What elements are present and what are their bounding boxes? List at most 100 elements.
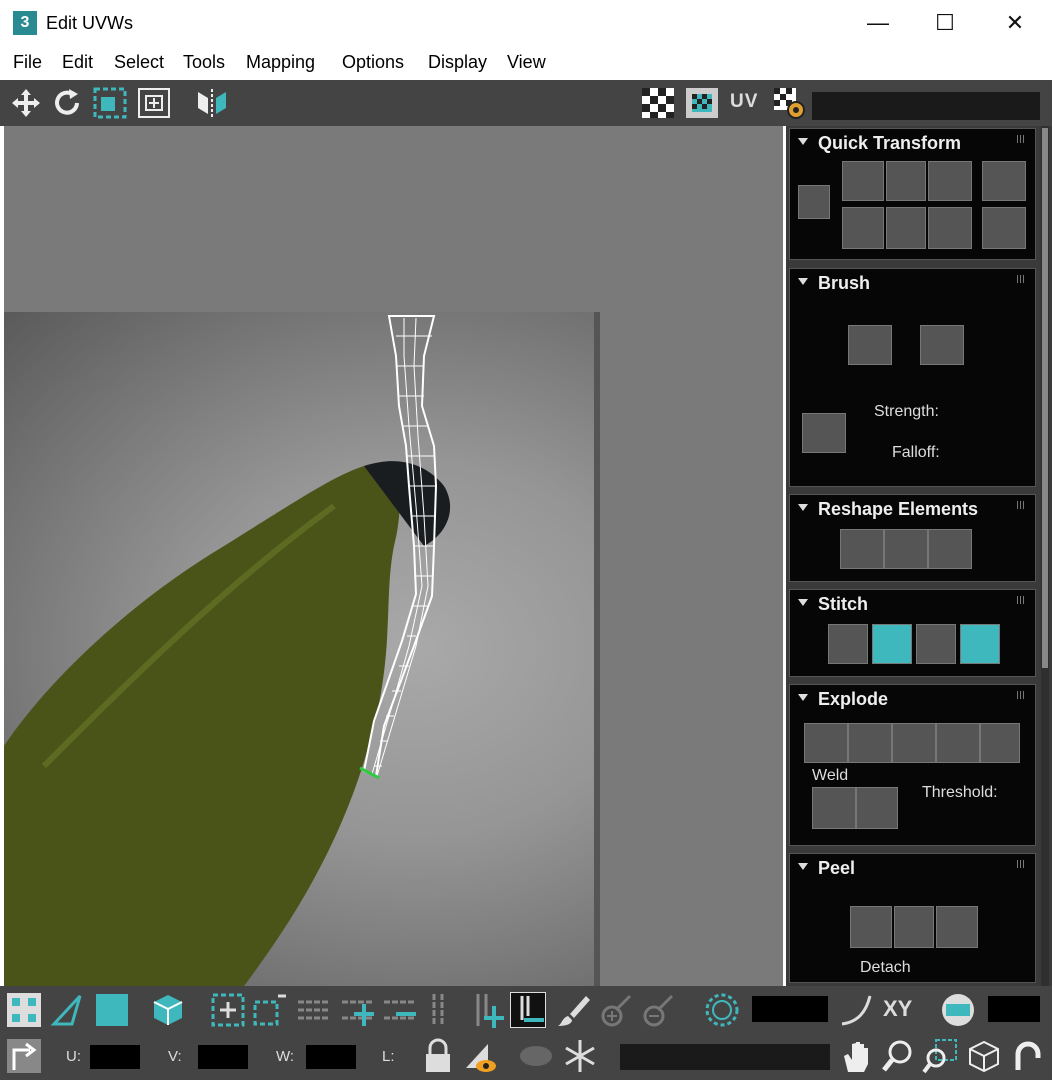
flatten-icon[interactable] (928, 529, 972, 569)
freeze-icon[interactable] (562, 1038, 598, 1074)
panel-scroll-thumb[interactable] (1042, 128, 1048, 668)
v-field[interactable] (198, 1045, 248, 1069)
minimize-button[interactable]: — (843, 0, 913, 46)
peel-mode-icon[interactable] (894, 906, 934, 948)
select-face-icon[interactable] (94, 992, 130, 1028)
rotate-icon[interactable] (50, 86, 86, 120)
xy-toggle[interactable]: XY (883, 996, 912, 1022)
rollout-title[interactable]: Explode (818, 689, 888, 710)
menu-display[interactable]: Display (428, 52, 487, 73)
scale-icon[interactable] (92, 86, 128, 120)
menu-file[interactable]: File (13, 52, 42, 73)
menu-view[interactable]: View (507, 52, 546, 73)
freeform-icon[interactable] (136, 86, 172, 120)
loop-shrink-icon[interactable] (382, 992, 418, 1028)
stitch-to-source-icon[interactable] (960, 624, 1000, 664)
hide-icon[interactable] (462, 1038, 498, 1074)
mirror-icon[interactable] (194, 86, 230, 120)
rollout-title[interactable]: Brush (818, 273, 870, 294)
ring-shrink-icon[interactable] (510, 992, 546, 1028)
relax-brush-icon[interactable] (920, 325, 964, 365)
paint-shrink-icon[interactable] (640, 992, 676, 1028)
collapse-arrow-icon[interactable] (798, 504, 808, 511)
quick-peel-icon[interactable] (850, 906, 892, 948)
w-field[interactable] (306, 1045, 356, 1069)
rollout-title[interactable]: Stitch (818, 594, 868, 615)
grip-icon[interactable] (1017, 135, 1025, 143)
rollout-title[interactable]: Peel (818, 858, 855, 879)
break-icon[interactable] (804, 723, 848, 763)
pivot-icon[interactable] (798, 185, 830, 219)
absolute-offset-icon[interactable] (6, 1038, 42, 1074)
stitch-to-target-icon[interactable] (872, 624, 912, 664)
close-button[interactable]: ✕ (980, 0, 1050, 46)
grip-icon[interactable] (1017, 860, 1025, 868)
grip-icon[interactable] (1017, 275, 1025, 283)
menu-edit[interactable]: Edit (62, 52, 93, 73)
paint-select-icon[interactable] (556, 992, 592, 1028)
shrink-selection-icon[interactable] (252, 992, 288, 1028)
uv-options-icon[interactable] (772, 86, 808, 120)
soft-select-icon[interactable] (704, 992, 740, 1028)
ring-select-icon[interactable] (424, 992, 460, 1028)
show-icon[interactable] (518, 1038, 554, 1074)
zoom-icon[interactable] (880, 1038, 916, 1074)
select-edge-icon[interactable] (50, 992, 86, 1028)
u-field[interactable] (90, 1045, 140, 1069)
uv-viewport[interactable] (4, 126, 783, 986)
element-value-field[interactable] (988, 996, 1040, 1022)
collapse-arrow-icon[interactable] (798, 694, 808, 701)
weld-selected-icon[interactable] (812, 787, 856, 829)
rotate-ccw-icon[interactable] (928, 161, 972, 201)
paint-grow-icon[interactable] (598, 992, 634, 1028)
grow-selection-icon[interactable] (210, 992, 246, 1028)
brush-curve-icon[interactable] (802, 413, 846, 453)
maximize-button[interactable]: ☐ (910, 0, 980, 46)
collapse-arrow-icon[interactable] (798, 138, 808, 145)
uv-label[interactable]: UV (730, 91, 758, 113)
explode-to-grid-icon[interactable] (892, 723, 936, 763)
stitch-average-icon[interactable] (916, 624, 956, 664)
space-horizontal-icon[interactable] (982, 161, 1026, 201)
reset-peel-icon[interactable] (936, 906, 978, 948)
checker-texture-icon[interactable] (684, 86, 720, 120)
rollout-title[interactable]: Reshape Elements (818, 499, 978, 520)
menu-mapping[interactable]: Mapping (246, 52, 315, 73)
select-vertex-icon[interactable] (6, 992, 42, 1028)
explode-by-smoothing-icon[interactable] (848, 723, 892, 763)
snap-icon[interactable] (1010, 1038, 1046, 1074)
selection-set-dropdown[interactable] (620, 1044, 830, 1070)
move-icon[interactable] (8, 86, 44, 120)
menu-tools[interactable]: Tools (183, 52, 225, 73)
explode-by-edge-icon[interactable] (980, 723, 1020, 763)
zoom-extents-icon[interactable] (966, 1038, 1002, 1074)
align-left-icon[interactable] (842, 207, 884, 249)
menu-options[interactable]: Options (342, 52, 404, 73)
menu-select[interactable]: Select (114, 52, 164, 73)
loop-grow-icon[interactable] (340, 992, 376, 1028)
align-vertical-icon[interactable] (886, 161, 926, 201)
rollout-title[interactable]: Quick Transform (818, 133, 961, 154)
collapse-arrow-icon[interactable] (798, 863, 808, 870)
collapse-arrow-icon[interactable] (798, 599, 808, 606)
relax-icon[interactable] (884, 529, 928, 569)
ring-grow-icon[interactable] (468, 992, 504, 1028)
loop-select-icon[interactable] (296, 992, 332, 1028)
straighten-icon[interactable] (840, 529, 884, 569)
align-center-icon[interactable] (886, 207, 926, 249)
checker-pattern-icon[interactable] (640, 86, 676, 120)
align-horizontal-icon[interactable] (842, 161, 884, 201)
falloff-curve-icon[interactable] (838, 992, 874, 1028)
pan-icon[interactable] (838, 1038, 874, 1074)
collapse-arrow-icon[interactable] (798, 278, 808, 285)
zoom-region-icon[interactable] (922, 1038, 958, 1074)
select-element-icon[interactable] (150, 992, 186, 1028)
rotate-cw-icon[interactable] (928, 207, 972, 249)
stitch-custom-icon[interactable] (828, 624, 868, 664)
grip-icon[interactable] (1017, 691, 1025, 699)
grip-icon[interactable] (1017, 596, 1025, 604)
weld-target-icon[interactable] (856, 787, 898, 829)
explode-by-material-icon[interactable] (936, 723, 980, 763)
lock-icon[interactable] (420, 1038, 456, 1074)
soft-select-value-field[interactable] (752, 996, 828, 1022)
